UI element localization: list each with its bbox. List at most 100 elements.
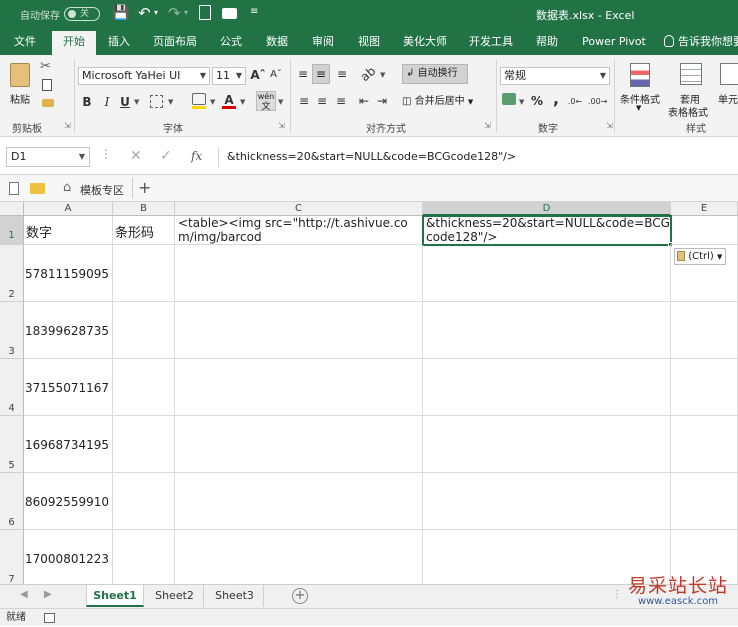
font-launcher-icon[interactable]: ⇲ [278,121,285,130]
increase-font-icon[interactable]: Aˆ [250,66,266,84]
cell-a1[interactable]: 数字 [24,216,113,245]
folder-icon[interactable] [30,183,45,194]
chevron-down-icon[interactable]: ▼ [168,98,173,106]
row-header[interactable]: 3 [0,302,24,359]
cell-b7[interactable] [113,530,175,584]
cell-e3[interactable] [671,302,738,359]
cell-b4[interactable] [113,359,175,416]
chevron-down-icon[interactable]: ▼ [380,71,385,79]
bold-button[interactable]: B [80,93,94,111]
phonetic-button[interactable]: wén 文 [256,91,276,112]
tab-page-layout[interactable]: 页面布局 [146,28,204,55]
decrease-decimal-icon[interactable]: .00→ [588,93,607,111]
clipboard-launcher-icon[interactable]: ⇲ [64,121,71,130]
cell-c5[interactable] [175,416,423,473]
align-middle-icon[interactable]: ≡ [312,64,330,84]
cell-a4[interactable]: 37155071167 [24,359,113,416]
tab-help[interactable]: 帮助 [528,28,566,55]
number-format-combo[interactable]: 常规 ▼ [500,67,610,85]
cell-e1[interactable] [671,216,738,245]
currency-icon[interactable] [502,93,516,105]
orientation-icon[interactable]: ab [356,62,380,86]
tab-file[interactable]: 文件 [6,28,44,55]
cell-d3[interactable] [423,302,671,359]
cell-e4[interactable] [671,359,738,416]
cell-e5[interactable] [671,416,738,473]
chevron-down-icon[interactable]: ▼ [519,98,524,106]
conditional-format-button[interactable]: 条件格式 ▼ [618,59,664,115]
save-icon[interactable]: 💾 [112,5,129,21]
decrease-indent-icon[interactable]: ⇤ [356,92,372,110]
tab-view[interactable]: 视图 [350,28,388,55]
new-file-icon[interactable] [9,182,19,195]
camera-icon[interactable] [222,8,237,19]
align-center-icon[interactable]: ≡ [314,92,330,110]
chevron-down-icon[interactable]: ▼ [278,98,283,106]
cell-c6[interactable] [175,473,423,530]
sheet-tab-sheet1[interactable]: Sheet1 [86,585,144,607]
chevron-down-icon[interactable]: ▼ [134,98,139,106]
sheet-tab-sheet3[interactable]: Sheet3 [206,585,264,607]
tell-me-search[interactable]: 告诉我你想要 [678,28,738,55]
cell-a5[interactable]: 16968734195 [24,416,113,473]
cell-a3[interactable]: 18399628735 [24,302,113,359]
format-painter-icon[interactable] [42,99,54,107]
cell-b6[interactable] [113,473,175,530]
scroll-left-icon[interactable]: ◀ [20,589,28,600]
cell-c7[interactable] [175,530,423,584]
undo-icon[interactable]: ↶ [138,4,151,22]
comma-button[interactable]: , [550,90,562,108]
tab-insert[interactable]: 插入 [100,28,138,55]
cell-d4[interactable] [423,359,671,416]
align-right-icon[interactable]: ≡ [333,92,349,110]
number-launcher-icon[interactable]: ⇲ [606,121,613,130]
copy-icon[interactable] [42,79,52,91]
cell-d2[interactable] [423,245,671,302]
fill-color-icon[interactable] [192,93,206,105]
font-name-combo[interactable]: Microsoft YaHei UI ▼ [78,67,210,85]
align-top-icon[interactable]: ≡ [294,65,312,83]
cell-c1[interactable]: <table><img src="http://t.ashivue.com/im… [175,216,423,245]
cell-d6[interactable] [423,473,671,530]
cell-d1[interactable]: &thickness=20&start=NULL&code=BCGcode128… [423,216,671,245]
tab-data[interactable]: 数据 [258,28,296,55]
row-header[interactable]: 1 [0,216,24,245]
cell-c4[interactable] [175,359,423,416]
enter-icon[interactable]: ✓ [160,148,172,164]
add-sheet-button[interactable]: + [292,588,308,604]
print-preview-icon[interactable] [199,5,211,20]
tab-formulas[interactable]: 公式 [212,28,250,55]
increase-indent-icon[interactable]: ⇥ [374,92,390,110]
borders-icon[interactable] [150,95,163,108]
cell-e6[interactable] [671,473,738,530]
column-header-a[interactable]: A [24,202,113,216]
paste-options-button[interactable]: (Ctrl) ▼ [674,248,726,265]
home-icon[interactable]: ⌂ [63,180,71,195]
customize-toolbar-icon[interactable]: ≡ [250,6,258,17]
select-all-corner[interactable] [0,202,24,216]
redo-icon[interactable]: ↷ [168,4,181,22]
redo-dropdown-icon[interactable]: ▾ [184,8,188,17]
row-header[interactable]: 5 [0,416,24,473]
cell-b3[interactable] [113,302,175,359]
row-header[interactable]: 4 [0,359,24,416]
autosave-toggle[interactable]: 关 [64,7,100,21]
italic-button[interactable]: I [100,93,114,111]
macro-record-icon[interactable] [44,613,55,623]
add-tab-button[interactable]: + [138,178,151,197]
cell-b1[interactable]: 条形码 [113,216,175,245]
tab-review[interactable]: 审阅 [304,28,342,55]
column-header-c[interactable]: C [175,202,423,216]
cell-d5[interactable] [423,416,671,473]
template-zone-tab[interactable]: 模板专区 [80,182,124,198]
format-as-table-button[interactable]: 套用 表格格式 [666,59,714,119]
align-left-icon[interactable]: ≡ [296,92,312,110]
cell-b2[interactable] [113,245,175,302]
row-header[interactable]: 2 [0,245,24,302]
insert-function-icon[interactable]: fx [191,149,202,163]
wrap-text-button[interactable]: ↲ 自动换行 [402,64,468,84]
cell-b5[interactable] [113,416,175,473]
alignment-launcher-icon[interactable]: ⇲ [484,121,491,130]
column-header-e[interactable]: E [671,202,738,216]
name-box[interactable]: D1 ▼ [6,147,90,167]
